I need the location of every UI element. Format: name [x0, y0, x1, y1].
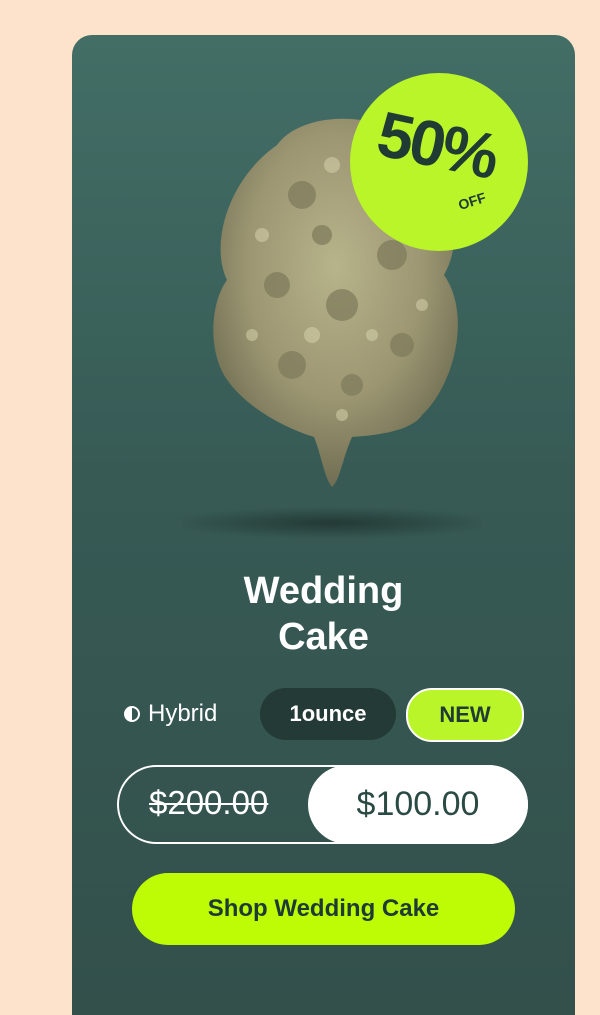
strain-type: Hybrid	[124, 700, 217, 728]
product-card: 50% OFF Wedding Cake Hybrid 1ounce NEW $…	[72, 35, 575, 1015]
discount-percent: 50%	[371, 97, 503, 193]
product-meta-row: Hybrid 1ounce NEW	[72, 688, 575, 742]
unit-pill: 1ounce	[260, 688, 396, 740]
sale-price: $100.00	[308, 765, 528, 844]
original-price: $200.00	[149, 784, 269, 821]
new-badge: NEW	[406, 688, 524, 742]
discount-badge: 50% OFF	[350, 73, 528, 251]
half-circle-icon	[124, 706, 140, 722]
shop-button[interactable]: Shop Wedding Cake	[132, 873, 515, 945]
product-title-line1: Wedding	[243, 570, 404, 612]
strain-label: Hybrid	[148, 700, 218, 727]
product-title: Wedding Cake	[72, 568, 575, 660]
discount-off-label: OFF	[456, 189, 488, 213]
product-title-line2: Cake	[278, 616, 369, 658]
price-box: $200.00 $100.00	[117, 765, 528, 844]
